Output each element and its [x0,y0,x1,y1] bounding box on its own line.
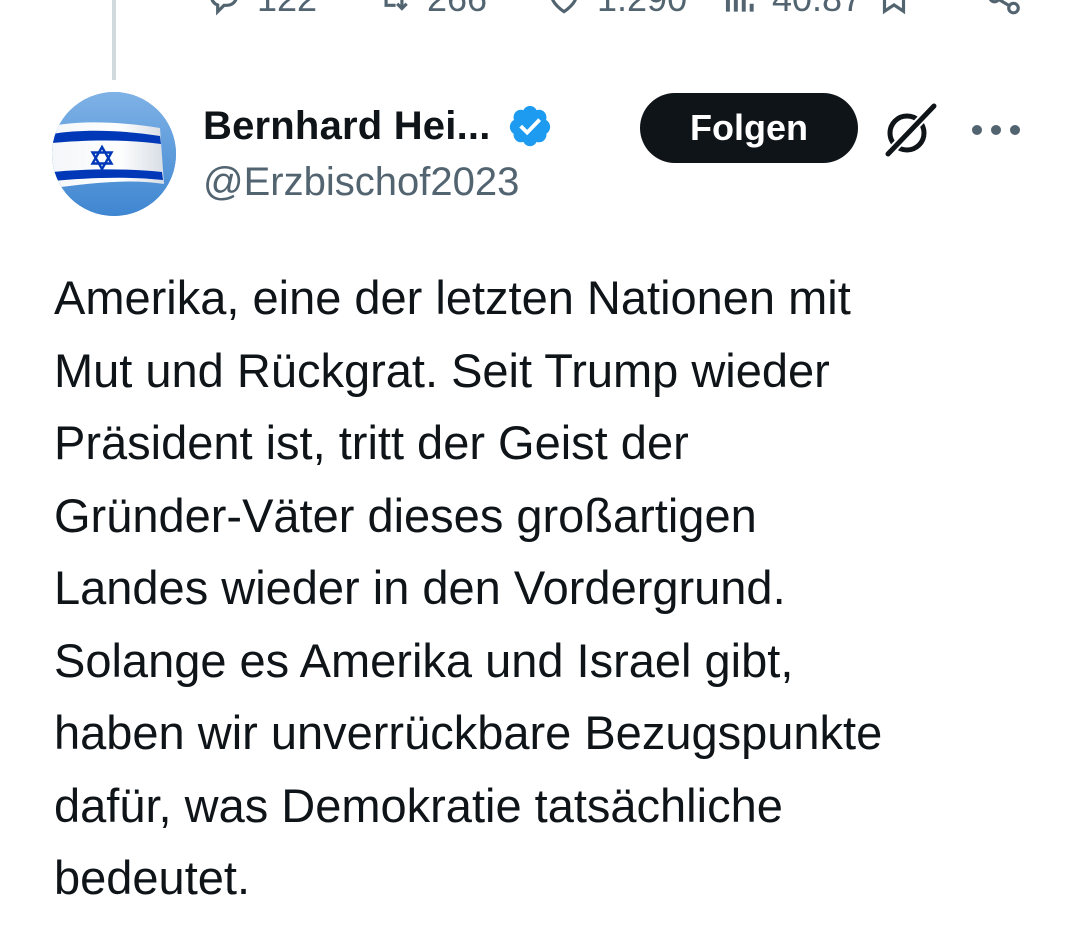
tweet-text: Amerika, eine der letzten Nationen mit M… [54,262,1044,915]
tweet-text-line: bedeutet. [54,851,251,904]
israel-flag-avatar-icon [52,92,176,216]
follow-button[interactable]: Folgen [640,93,858,163]
tweet-text-line: Mut und Rückgrat. Seit Trump wieder [54,343,830,397]
retweet-count: 266 [427,0,487,20]
tweet-text-line: dafür, was Demokratie tatsächliche [54,778,783,832]
author-name-row: Bernhard Hei... [203,98,553,154]
views-count: 40.87 [772,0,862,20]
tweet-text-line: Gründer-Väter dieses großartigen [54,488,757,542]
tweet-text-line: Solange es Amerika und Israel gibt, [54,633,794,687]
share-action[interactable] [985,0,1023,16]
verified-badge-icon[interactable] [507,103,553,149]
share-icon [988,0,1020,15]
avatar[interactable] [52,92,176,216]
views-action[interactable]: 40.87 [720,0,862,20]
reply-count: 122 [257,0,317,20]
author-handle[interactable]: @Erzbischof2023 [203,160,519,205]
tweet-text-line: Amerika, eine der letzten Nationen mit [54,271,851,324]
previous-tweet-action-bar: 122 266 1.290 40.87 [0,0,1079,20]
reply-icon [210,0,238,16]
views-icon [725,0,754,12]
like-count: 1.290 [597,0,687,20]
retweet-action[interactable]: 266 [375,0,487,20]
retweet-icon [384,0,408,11]
grok-icon[interactable] [880,100,940,160]
bookmark-icon [882,0,906,15]
tweet-text-line: Landes wieder in den Vordergrund. [54,561,786,614]
more-options-icon[interactable] [968,112,1024,148]
tweet-text-line: Präsident ist, tritt der Geist der [54,416,689,469]
like-icon [551,0,577,14]
tweet-text-line: haben wir unverrückbare Bezugspunkte [54,706,883,759]
reply-action[interactable]: 122 [205,0,317,20]
thread-connector-line [112,0,116,80]
like-action[interactable]: 1.290 [545,0,687,20]
bookmark-action[interactable] [875,0,913,16]
author-display-name[interactable]: Bernhard Hei... [203,104,491,149]
